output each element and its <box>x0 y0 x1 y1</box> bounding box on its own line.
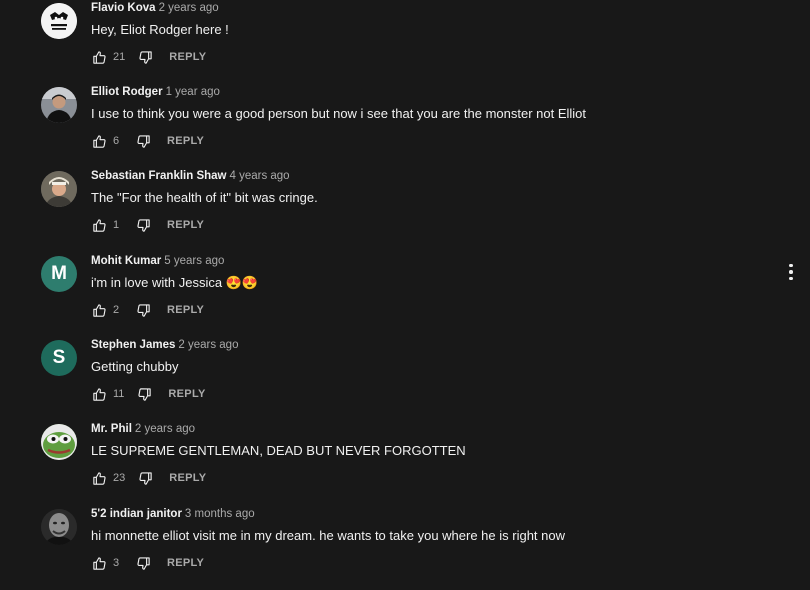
comment-text: Hey, Eliot Rodger here ! <box>91 22 229 37</box>
like-count: 6 <box>113 135 120 147</box>
comment-time[interactable]: 5 years ago <box>164 255 224 267</box>
person-photo-icon <box>41 509 77 545</box>
avatar[interactable] <box>41 87 77 123</box>
comment-text: I use to think you were a good person bu… <box>91 106 587 121</box>
comment-text: The "For the health of it" bit was cring… <box>91 190 318 205</box>
comment-item: Elliot Rodger 1 year ago I use to think y… <box>0 84 780 168</box>
like-count: 11 <box>113 388 125 400</box>
comment-time[interactable]: 3 months ago <box>185 508 255 520</box>
author-name[interactable]: 5'2 indian janitor <box>91 508 182 520</box>
author-name[interactable]: Mr. Phil <box>91 423 132 435</box>
like-icon[interactable] <box>91 555 107 571</box>
like-icon[interactable] <box>91 217 107 233</box>
comment-actions: 11 REPLY <box>91 384 206 404</box>
author-name[interactable]: Elliot Rodger <box>91 86 163 98</box>
comment-header: 5'2 indian janitor 3 months ago <box>91 508 255 520</box>
comment-actions: 1 REPLY <box>91 215 204 235</box>
comment-item: S Stephen James 2 years ago Getting chubb… <box>0 337 780 421</box>
avatar[interactable] <box>41 424 77 460</box>
author-name[interactable]: Flavio Kova <box>91 2 156 14</box>
comment-actions: 6 REPLY <box>91 131 204 151</box>
comment-header: Mohit Kumar 5 years ago <box>91 255 224 267</box>
dislike-icon[interactable] <box>137 49 153 65</box>
comment-item: Flavio Kova 2 years ago Hey, Eliot Rodger… <box>0 0 780 84</box>
comment-header: Sebastian Franklin Shaw 4 years ago <box>91 170 290 182</box>
avatar-letter: M <box>51 263 67 284</box>
reply-button[interactable]: REPLY <box>167 557 204 569</box>
reply-button[interactable]: REPLY <box>167 304 204 316</box>
comment-text: LE SUPREME GENTLEMAN, DEAD BUT NEVER FOR… <box>91 443 466 458</box>
reply-button[interactable]: REPLY <box>168 388 205 400</box>
comment-actions: 2 REPLY <box>91 300 204 320</box>
comment-time[interactable]: 4 years ago <box>229 170 289 182</box>
comment-time[interactable]: 2 years ago <box>159 2 219 14</box>
comment-header: Flavio Kova 2 years ago <box>91 2 219 14</box>
comment-header: Elliot Rodger 1 year ago <box>91 86 220 98</box>
like-icon[interactable] <box>91 470 107 486</box>
comment-header: Stephen James 2 years ago <box>91 339 238 351</box>
author-name[interactable]: Stephen James <box>91 339 175 351</box>
like-count: 21 <box>113 51 126 63</box>
avatar[interactable] <box>41 509 77 545</box>
avatar-letter: S <box>52 347 66 368</box>
like-count: 1 <box>113 219 120 231</box>
comment-actions: 21 REPLY <box>91 47 206 67</box>
pepe-frog-icon <box>41 424 77 460</box>
like-icon[interactable] <box>91 302 107 318</box>
dislike-icon[interactable] <box>137 470 153 486</box>
dislike-icon[interactable] <box>135 302 151 318</box>
author-name[interactable]: Sebastian Franklin Shaw <box>91 170 226 182</box>
comment-text: i'm in love with Jessica 😍😍 <box>91 275 259 290</box>
comment-actions: 23 REPLY <box>91 468 206 488</box>
like-icon[interactable] <box>91 386 107 402</box>
more-actions-icon[interactable] <box>782 261 800 283</box>
comment-text: Getting chubby <box>91 359 179 374</box>
comment-item: 5'2 indian janitor 3 months ago hi monnet… <box>0 506 780 590</box>
reply-button[interactable]: REPLY <box>167 135 204 147</box>
comment-time[interactable]: 1 year ago <box>166 86 220 98</box>
avatar[interactable]: M <box>41 256 77 292</box>
avatar[interactable] <box>41 3 77 39</box>
comment-time[interactable]: 2 years ago <box>135 423 195 435</box>
comment-item: Mr. Phil 2 years ago LE SUPREME GENTLEMAN… <box>0 421 780 505</box>
dislike-icon[interactable] <box>135 555 151 571</box>
comment-item: M Mohit Kumar 5 years ago i'm in love wit… <box>0 253 780 337</box>
reply-button[interactable]: REPLY <box>169 472 206 484</box>
author-name[interactable]: Mohit Kumar <box>91 255 161 267</box>
podcast-logo-icon <box>41 3 77 39</box>
like-count: 3 <box>113 557 120 569</box>
person-photo-icon <box>41 171 77 207</box>
like-icon[interactable] <box>91 133 107 149</box>
dislike-icon[interactable] <box>135 217 151 233</box>
dislike-icon[interactable] <box>136 386 152 402</box>
reply-button[interactable]: REPLY <box>167 219 204 231</box>
like-icon[interactable] <box>91 49 107 65</box>
like-count: 2 <box>113 304 120 316</box>
like-count: 23 <box>113 472 126 484</box>
comment-time[interactable]: 2 years ago <box>178 339 238 351</box>
person-photo-icon <box>41 87 77 123</box>
comment-item: Sebastian Franklin Shaw 4 years ago The "… <box>0 168 780 252</box>
dislike-icon[interactable] <box>135 133 151 149</box>
reply-button[interactable]: REPLY <box>169 51 206 63</box>
avatar[interactable]: S <box>41 340 77 376</box>
comment-actions: 3 REPLY <box>91 553 204 573</box>
comment-header: Mr. Phil 2 years ago <box>91 423 195 435</box>
avatar[interactable] <box>41 171 77 207</box>
comment-text: hi monnette elliot visit me in my dream.… <box>91 528 565 543</box>
